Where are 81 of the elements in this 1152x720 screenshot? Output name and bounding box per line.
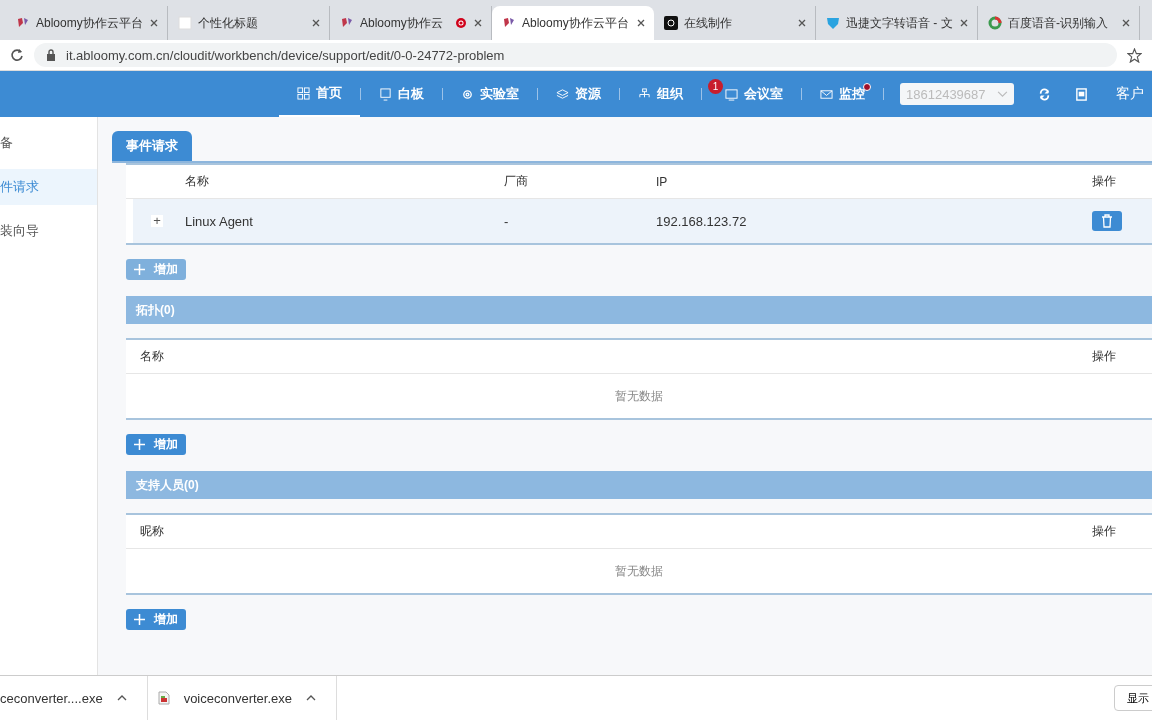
section-header: 拓扑(0) (126, 296, 1152, 324)
reload-icon[interactable] (10, 48, 24, 62)
nav-item[interactable]: 会议室 (723, 71, 801, 117)
panel-tab[interactable]: 事件请求 (112, 131, 192, 161)
tab-title: 迅捷文字转语音 - 文 (846, 14, 953, 32)
nav-item[interactable]: 组织 (620, 71, 701, 117)
add-button[interactable]: 增加 (126, 609, 186, 630)
address-bar[interactable]: it.abloomy.com.cn/cloudit/workbench/device/support/edit/0-0-24772-problem (34, 43, 1117, 67)
star-icon[interactable] (1127, 47, 1142, 63)
close-icon[interactable] (797, 18, 807, 28)
refresh-icon[interactable] (1038, 87, 1051, 101)
browser-tab[interactable]: Abloomy协作云平台 (492, 6, 654, 40)
column-header: 名称 (185, 173, 210, 190)
tab-title: Abloomy协作云平台 (522, 14, 630, 32)
tab-title: 在线制作 (684, 14, 733, 32)
nav-icon (820, 87, 833, 101)
tab-title: 百度语音-识别输入 (1008, 14, 1109, 32)
sidebar-item[interactable]: 备 (0, 125, 97, 161)
add-button[interactable]: 增加 (126, 434, 186, 455)
column-header: IP (656, 174, 669, 189)
nav-item[interactable]: 资源 (538, 71, 619, 117)
column-header: 操作 (1092, 523, 1117, 540)
close-icon[interactable] (473, 18, 483, 28)
expand-button[interactable]: + (151, 215, 163, 227)
show-all-button[interactable]: 显示 (1114, 685, 1152, 711)
nav-icon (379, 87, 392, 101)
download-item[interactable]: voiceconverter.exe (147, 676, 338, 720)
tab-title: Abloomy协作云 (360, 14, 444, 32)
nav-icon (556, 87, 569, 101)
close-icon[interactable] (959, 18, 969, 28)
browser-tab[interactable]: 迅捷文字转语音 - 文 (816, 6, 978, 40)
plus-icon (134, 439, 145, 450)
close-icon[interactable] (636, 18, 646, 28)
table-cell-text: 192.168.123.72 (656, 213, 748, 229)
nav-icon (725, 87, 738, 101)
table-cell-text: Linux Agent (185, 213, 254, 229)
tab-title: 个性化标题 (198, 14, 259, 32)
browser-tab[interactable]: 百度语音-识别输入 (978, 6, 1140, 40)
column-header: 昵称 (140, 523, 165, 540)
close-icon[interactable] (311, 18, 321, 28)
customer-label[interactable]: 客户 (1116, 85, 1144, 103)
close-icon[interactable] (149, 18, 159, 28)
lock-icon (46, 49, 56, 61)
caret-icon[interactable] (116, 695, 127, 701)
count-badge: 1 (708, 78, 723, 94)
browser-tab[interactable]: 个性化标题 (168, 6, 330, 40)
column-header: 操作 (1092, 348, 1117, 365)
browser-tab[interactable]: 在线制作 (654, 6, 816, 40)
section-header: 支持人员(0) (126, 471, 1152, 499)
nav-icon (297, 86, 310, 100)
app-icon (664, 16, 678, 30)
file-icon (157, 691, 170, 705)
nav-icon (461, 87, 474, 101)
ring-icon (988, 16, 1002, 30)
browser-tab[interactable]: Abloomy协作云平台 (6, 6, 168, 40)
shield-icon (826, 16, 840, 30)
empty-message: 暂无数据 (615, 562, 663, 580)
page-icon (178, 16, 192, 30)
delete-button[interactable] (1092, 211, 1122, 231)
empty-message: 暂无数据 (615, 387, 663, 405)
tab-title: Abloomy协作云平台 (36, 14, 143, 32)
nav-item[interactable]: 白板 (361, 71, 442, 117)
caret-icon[interactable] (306, 695, 317, 701)
chevron-icon (997, 90, 1008, 98)
download-item[interactable]: ceconverter....exe (0, 676, 148, 720)
trash-icon (1101, 214, 1113, 228)
plus-icon (134, 264, 145, 275)
nav-item[interactable]: 监控 (802, 71, 883, 117)
logo-icon (340, 16, 354, 30)
column-header: 厂商 (504, 173, 529, 190)
logo-icon (16, 16, 30, 30)
sidebar-item[interactable]: 装向导 (0, 213, 97, 249)
column-header: 名称 (140, 348, 165, 365)
document-icon[interactable] (1075, 87, 1088, 101)
table-row[interactable]: + Linux Agent - 192.168.123.72 (133, 199, 1152, 243)
close-icon[interactable] (1121, 18, 1131, 28)
plus-icon (134, 614, 145, 625)
nav-item[interactable]: 实验室 (443, 71, 537, 117)
table-cell-text: - (504, 213, 510, 229)
column-header: 操作 (1092, 173, 1117, 190)
logo-icon (502, 16, 516, 30)
